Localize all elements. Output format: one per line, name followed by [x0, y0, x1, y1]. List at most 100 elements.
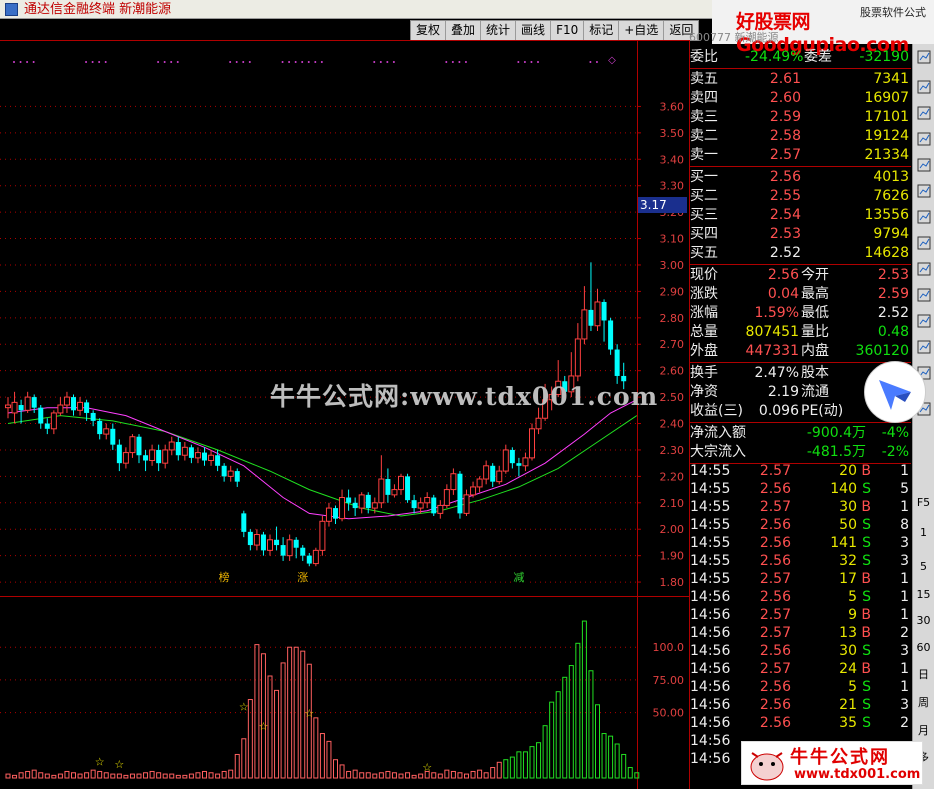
sidebar-tool-icon[interactable]: [914, 50, 933, 68]
candle[interactable]: [437, 500, 444, 519]
floating-bird-icon[interactable]: [864, 361, 926, 423]
candle[interactable]: [11, 391, 18, 424]
candle[interactable]: [443, 484, 450, 509]
candle[interactable]: [175, 436, 181, 461]
candle[interactable]: [274, 526, 280, 551]
candle[interactable]: [162, 444, 169, 469]
candle[interactable]: [77, 397, 84, 416]
sidebar-tool-icon[interactable]: [914, 236, 933, 254]
candle[interactable]: [352, 497, 358, 517]
candle[interactable]: [522, 452, 529, 472]
candle[interactable]: [267, 534, 273, 556]
candle[interactable]: [346, 489, 352, 511]
period-button-2[interactable]: 5: [914, 558, 933, 576]
candle[interactable]: [188, 444, 194, 464]
candle[interactable]: [280, 537, 286, 561]
candle[interactable]: [385, 468, 391, 503]
candle[interactable]: [24, 391, 31, 413]
candle[interactable]: [156, 444, 162, 472]
candle[interactable]: [57, 397, 64, 416]
toolbar-button-6[interactable]: +自选: [619, 21, 665, 40]
candle[interactable]: [608, 317, 614, 355]
bottom-ad-banner[interactable]: 牛牛公式网 www.tdx001.com: [741, 741, 923, 785]
event-marker[interactable]: 涨: [297, 571, 308, 584]
candle[interactable]: [588, 262, 594, 332]
candle[interactable]: [168, 436, 175, 456]
candle[interactable]: [260, 531, 266, 556]
toolbar-button-3[interactable]: 画线: [516, 21, 552, 40]
candle[interactable]: [496, 465, 503, 485]
candle[interactable]: [509, 447, 515, 469]
candle[interactable]: [50, 410, 57, 435]
candle[interactable]: [38, 405, 44, 429]
sidebar-tool-icon[interactable]: [914, 288, 933, 306]
toolbar-button-5[interactable]: 标记: [584, 21, 620, 40]
period-button-6[interactable]: 日: [914, 666, 933, 684]
period-button-0[interactable]: F5: [914, 494, 933, 512]
candle[interactable]: [325, 502, 332, 527]
period-button-4[interactable]: 30: [914, 612, 933, 630]
sidebar-tool-icon[interactable]: [914, 314, 933, 332]
candle[interactable]: [529, 423, 535, 461]
candle[interactable]: [424, 492, 431, 509]
candle[interactable]: [457, 471, 463, 519]
candle[interactable]: [411, 494, 417, 514]
candle[interactable]: [116, 439, 122, 472]
event-marker[interactable]: 减: [513, 571, 524, 584]
candle[interactable]: [312, 547, 319, 567]
candle[interactable]: [110, 423, 116, 450]
candle[interactable]: [63, 391, 70, 413]
candle[interactable]: [97, 418, 103, 440]
sidebar-tool-icon[interactable]: [914, 340, 933, 358]
candle[interactable]: [483, 460, 490, 485]
candle[interactable]: [143, 449, 149, 472]
candle[interactable]: [391, 484, 398, 498]
sidebar-tool-icon[interactable]: [914, 80, 933, 98]
candle[interactable]: [136, 434, 142, 464]
candle[interactable]: [44, 418, 50, 435]
candle[interactable]: [71, 394, 76, 416]
period-button-1[interactable]: 1: [914, 524, 933, 542]
candle[interactable]: [208, 449, 215, 466]
candle[interactable]: [241, 510, 247, 538]
candle[interactable]: [490, 463, 496, 487]
sidebar-tool-icon[interactable]: [914, 184, 933, 202]
toolbar-button-0[interactable]: 复权: [411, 21, 447, 40]
candle[interactable]: [450, 468, 457, 495]
candle[interactable]: [431, 494, 437, 517]
candle[interactable]: [378, 455, 385, 509]
candle[interactable]: [601, 299, 607, 342]
candle[interactable]: [405, 473, 411, 503]
candle[interactable]: [103, 423, 110, 440]
candle[interactable]: [470, 481, 477, 498]
candle[interactable]: [516, 457, 522, 477]
candle[interactable]: [181, 442, 188, 461]
candle[interactable]: [358, 492, 365, 514]
candle[interactable]: [90, 410, 96, 427]
period-button-7[interactable]: 周: [914, 694, 933, 712]
sidebar-tool-icon[interactable]: [914, 262, 933, 280]
candle[interactable]: [333, 505, 338, 524]
candle[interactable]: [129, 434, 136, 458]
candle[interactable]: [476, 476, 483, 493]
candle[interactable]: [300, 545, 306, 561]
sidebar-tool-icon[interactable]: [914, 106, 933, 124]
candle[interactable]: [194, 447, 201, 464]
candle[interactable]: [202, 447, 207, 466]
period-button-3[interactable]: 15: [914, 586, 933, 604]
candle[interactable]: [286, 534, 293, 561]
candle[interactable]: [227, 465, 234, 482]
period-button-5[interactable]: 60: [914, 639, 933, 657]
toolbar-button-4[interactable]: F10: [551, 21, 585, 40]
sidebar-tool-icon[interactable]: [914, 210, 933, 228]
candle[interactable]: [247, 529, 253, 551]
candle[interactable]: [594, 288, 601, 332]
candle[interactable]: [5, 397, 11, 419]
candle[interactable]: [339, 489, 346, 522]
period-button-8[interactable]: 月: [914, 722, 933, 740]
candle[interactable]: [581, 286, 588, 345]
candle[interactable]: [253, 529, 260, 551]
candle[interactable]: [319, 516, 326, 556]
candle[interactable]: [149, 444, 156, 466]
candle[interactable]: [234, 468, 240, 487]
